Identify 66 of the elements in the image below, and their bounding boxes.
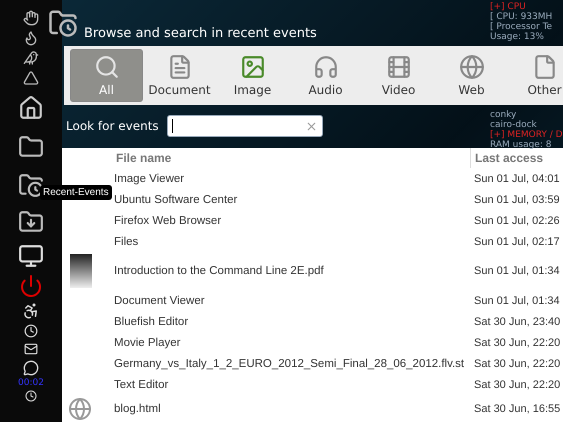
filter-button[interactable]: Audio (289, 48, 362, 102)
document-thumbnail (70, 254, 92, 288)
conky-text: conky (490, 110, 518, 120)
folder-download-icon[interactable] (18, 209, 44, 235)
filter-button[interactable]: Web (435, 48, 508, 102)
access-time: Sat 30 Jun, 23:40 (473, 316, 562, 328)
file-name[interactable]: Image Viewer (112, 172, 470, 184)
search-field[interactable] (166, 115, 323, 138)
access-time: Sun 01 Jul, 04:01 (473, 172, 561, 184)
search-icon (94, 54, 120, 80)
file-name[interactable]: Text Editor (112, 378, 470, 390)
filter-button[interactable]: Document (143, 48, 216, 102)
home-icon[interactable] (18, 95, 44, 121)
access-time: Sat 30 Jun, 22:20 (473, 378, 562, 390)
conky-text: Usage: 13% (490, 32, 545, 42)
file-name[interactable]: Document Viewer (112, 294, 470, 306)
conky-text: [+] MEMORY / D (490, 130, 563, 140)
triangle-icon[interactable] (23, 70, 39, 86)
folder-clock-icon[interactable] (18, 172, 44, 198)
access-time: Sun 01 Jul, 03:59 (473, 194, 561, 206)
conky-text: [+] CPU (490, 2, 527, 12)
chat-icon[interactable] (23, 360, 39, 376)
conky-text: [ Processor Te (490, 22, 552, 32)
access-time: Sat 30 Jun, 16:55 (473, 402, 562, 414)
column-header[interactable]: File name (112, 148, 470, 168)
file-name[interactable]: Files (112, 236, 470, 248)
headphones-icon (312, 54, 338, 80)
access-time: Sat 30 Jun, 22:20 (473, 358, 562, 370)
folder-icon[interactable] (18, 134, 44, 160)
access-time: Sun 01 Jul, 01:34 (473, 265, 561, 277)
file-name[interactable]: Firefox Web Browser (112, 214, 470, 226)
file-name[interactable]: Ubuntu Software Center (112, 194, 470, 206)
globe-icon (458, 54, 484, 80)
monitor-icon[interactable] (18, 243, 44, 269)
conky-text: [ CPU: 933MH (490, 12, 552, 22)
file-name[interactable]: Germany_vs_Italy_1_2_EURO_2012_Semi_Final_28_06_2012.flv.st (112, 358, 470, 370)
dock-clock: 00:02 (18, 378, 44, 388)
file-name[interactable]: Bluefish Editor (112, 316, 470, 328)
file-name[interactable]: blog.html (112, 402, 470, 414)
column-header[interactable]: Last access (470, 148, 563, 168)
clear-icon[interactable] (304, 120, 318, 133)
window-title: Browse and search in recent events (84, 26, 317, 41)
folder-clock-icon (48, 8, 78, 38)
hand-icon[interactable] (23, 10, 39, 26)
tooltip: Recent-Events (40, 185, 112, 200)
access-time: Sun 01 Jul, 02:26 (473, 214, 561, 226)
filter-button[interactable]: Image (216, 48, 289, 102)
filter-button[interactable]: Other (508, 48, 563, 102)
bird-icon[interactable] (23, 50, 39, 66)
file-name[interactable]: Introduction to the Command Line 2E.pdf (112, 265, 470, 277)
file-name[interactable]: Movie Player (112, 336, 470, 348)
image-icon (240, 54, 266, 80)
filter-button[interactable]: Video (362, 48, 435, 102)
conky-text: cairo-dock (490, 120, 537, 130)
accessibility-icon[interactable] (22, 302, 40, 320)
access-time: Sat 30 Jun, 22:20 (473, 336, 562, 348)
globe-icon (68, 396, 92, 420)
search-label: Look for events (66, 119, 159, 134)
film-icon (386, 54, 412, 80)
flame-icon[interactable] (23, 30, 39, 46)
access-time: Sun 01 Jul, 01:34 (473, 294, 561, 306)
mail-icon[interactable] (24, 342, 38, 356)
conky-text: RAM usage: 8 (490, 140, 552, 150)
access-time: Sun 01 Jul, 02:17 (473, 236, 561, 248)
power-icon[interactable] (19, 274, 43, 298)
clock-icon[interactable] (25, 390, 37, 402)
